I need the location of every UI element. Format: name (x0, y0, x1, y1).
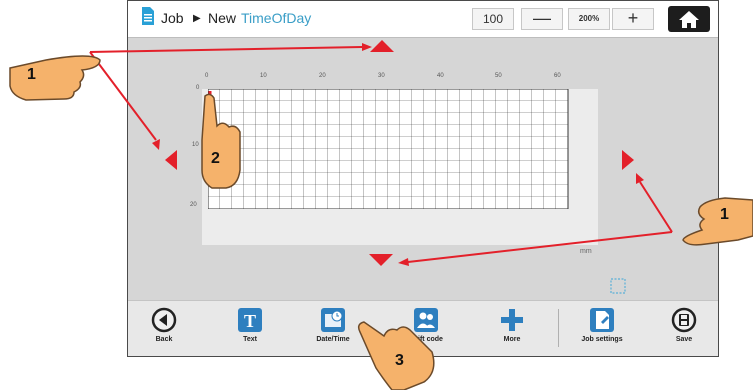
pointing-hand-right (682, 197, 753, 246)
annotation-overlay (9, 40, 753, 390)
scroll-right-arrow (622, 150, 634, 170)
pointer-line (89, 46, 363, 53)
pointing-hand-cursor (201, 93, 241, 189)
callout-number: 2 (211, 150, 220, 167)
pointer-line (639, 181, 673, 233)
pointing-hand-left (9, 55, 101, 101)
pointer-line (89, 51, 157, 141)
pointer-arrowhead (362, 43, 372, 51)
pointer-arrowhead (398, 258, 409, 266)
scroll-left-arrow (165, 150, 177, 170)
scroll-up-arrow (370, 40, 394, 52)
pointer-arrowhead (152, 139, 160, 150)
scroll-down-arrow (369, 254, 393, 266)
callout-number: 1 (27, 66, 36, 83)
callout-number: 3 (395, 352, 404, 369)
pointer-line (407, 231, 673, 263)
callout-number: 1 (720, 206, 729, 223)
